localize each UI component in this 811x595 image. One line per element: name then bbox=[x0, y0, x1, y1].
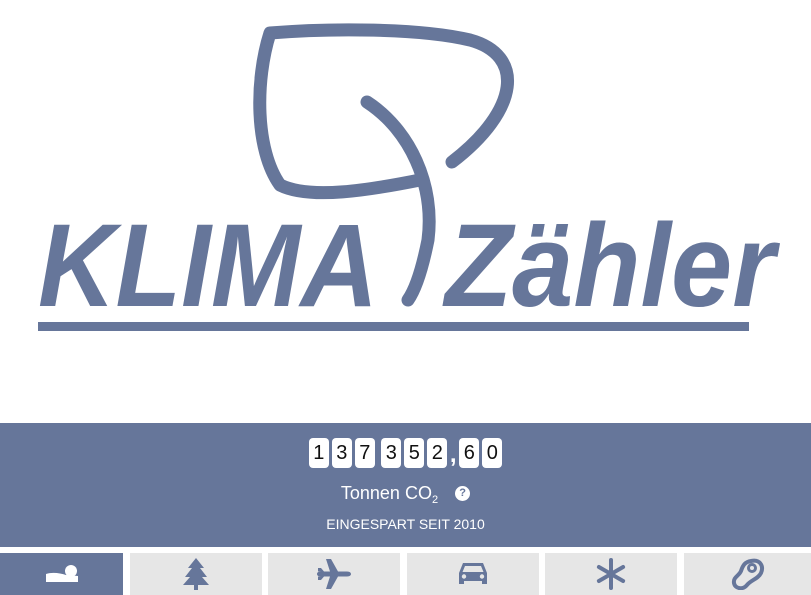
counter-digit: 0 bbox=[482, 438, 503, 468]
counter-digit: 2 bbox=[427, 438, 448, 468]
logo-word-left: KLIMA bbox=[38, 200, 378, 332]
unit-subscript: 2 bbox=[431, 494, 439, 506]
tab-airplane[interactable] bbox=[268, 553, 400, 595]
klima-zaehler-logo: KLIMA Zähler bbox=[0, 0, 811, 420]
unit-label: Tonnen CO2 ? bbox=[0, 483, 811, 506]
counter-digit: 3 bbox=[331, 438, 352, 468]
airplane-icon bbox=[317, 559, 351, 589]
snowflake-icon bbox=[596, 558, 626, 590]
counter-digits: 1 3 7 3 5 2 , 6 0 bbox=[0, 438, 811, 472]
tab-snowflake[interactable] bbox=[545, 553, 677, 595]
logo-graphic: KLIMA Zähler bbox=[38, 23, 781, 332]
car-icon bbox=[459, 563, 487, 584]
counter-digit: 3 bbox=[381, 438, 402, 468]
tab-car[interactable] bbox=[407, 553, 539, 595]
counter-digit: 5 bbox=[404, 438, 425, 468]
counter-digit: 1 bbox=[308, 438, 329, 468]
tab-steak[interactable] bbox=[684, 553, 811, 595]
counter-digit: 7 bbox=[354, 438, 375, 468]
logo-word-right: Zähler bbox=[442, 200, 780, 332]
steak-icon bbox=[731, 558, 764, 590]
tree-icon bbox=[183, 558, 209, 590]
since-label: EINGESPART SEIT 2010 bbox=[326, 516, 485, 532]
co2-counter-panel: 1 3 7 3 5 2 , 6 0 Tonnen CO2 ? EINGESPAR… bbox=[0, 423, 811, 547]
category-tab-bar bbox=[0, 553, 811, 595]
tab-sleeping[interactable] bbox=[0, 553, 123, 595]
counter-digit: 6 bbox=[459, 438, 480, 468]
help-icon[interactable]: ? bbox=[455, 485, 471, 501]
unit-text: Tonnen CO bbox=[340, 483, 432, 503]
decimal-separator: , bbox=[449, 441, 457, 468]
sleeping-icon bbox=[45, 565, 78, 582]
logo-underline bbox=[38, 322, 749, 331]
tab-tree[interactable] bbox=[130, 553, 262, 595]
